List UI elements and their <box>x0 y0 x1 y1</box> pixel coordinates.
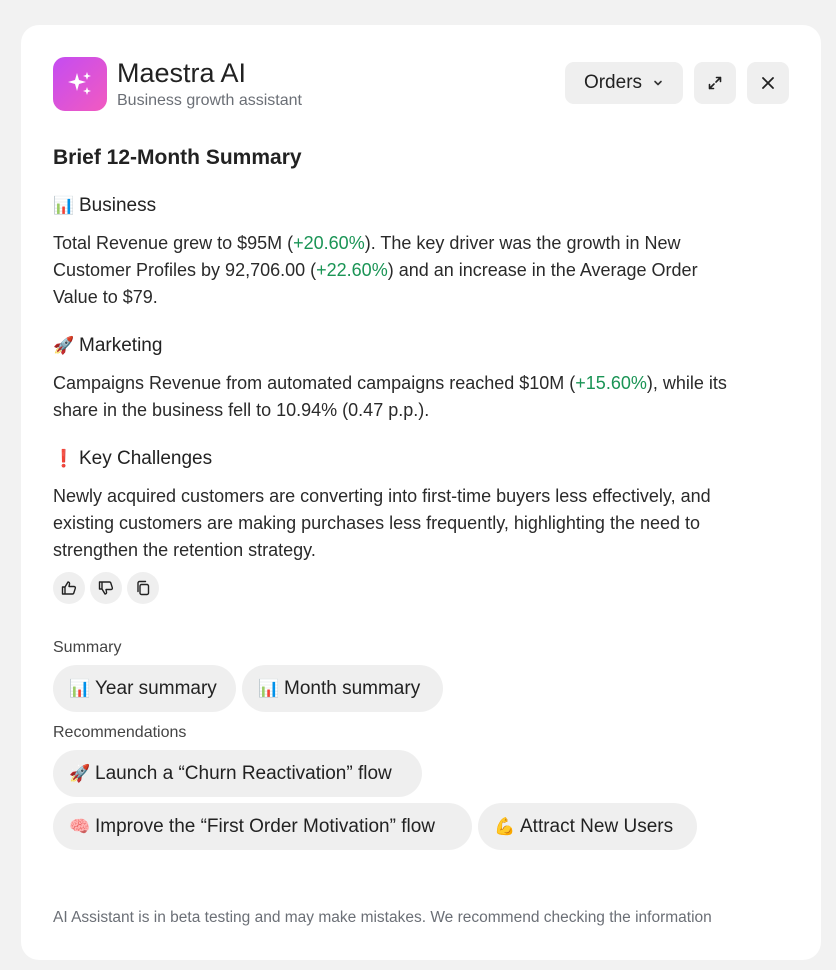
close-icon <box>762 77 774 89</box>
thumbs-up-icon <box>61 581 77 595</box>
assistant-panel: Maestra AI Business growth assistant Ord… <box>21 25 821 960</box>
profiles-growth-value: +22.60% <box>316 260 388 280</box>
app-subtitle: Business growth assistant <box>117 92 302 109</box>
chart-emoji-icon: 📊 <box>69 678 91 699</box>
app-logo <box>53 57 107 111</box>
marketing-paragraph: Campaigns Revenue from automated campaig… <box>53 370 733 424</box>
first-order-motivation-label: Improve the “First Order Motivation” flo… <box>95 815 435 837</box>
copy-icon <box>137 580 150 596</box>
first-order-motivation-chip[interactable]: 🧠 Improve the “First Order Motivation” f… <box>53 803 472 850</box>
orders-dropdown-label: Orders <box>583 72 643 93</box>
exclamation-emoji-icon: ❗ <box>53 449 75 469</box>
attract-new-users-chip[interactable]: 💪 Attract New Users <box>478 803 697 850</box>
year-summary-label: Year summary <box>95 677 217 699</box>
challenges-heading: ❗ Key Challenges <box>53 446 733 472</box>
recommendations-label: Recommendations <box>53 724 187 741</box>
feedback-actions <box>53 572 159 604</box>
app-title: Maestra AI <box>117 58 247 88</box>
marketing-text-1: Campaigns Revenue from automated campaig… <box>53 373 576 393</box>
marketing-heading: 🚀 Marketing <box>53 333 733 359</box>
chart-emoji-icon: 📊 <box>258 678 280 699</box>
churn-reactivation-label: Launch a “Churn Reactivation” flow <box>95 762 392 784</box>
campaign-growth-value: +15.60% <box>575 373 647 393</box>
thumbs-down-icon <box>98 581 114 595</box>
year-summary-chip[interactable]: 📊 Year summary <box>53 665 236 712</box>
business-text-1: Total Revenue grew to $95M ( <box>53 233 294 253</box>
dislike-button[interactable] <box>90 572 122 604</box>
rocket-emoji-icon: 🚀 <box>53 336 75 356</box>
rocket-emoji-icon: 🚀 <box>69 763 91 784</box>
copy-button[interactable] <box>127 572 159 604</box>
chevron-down-icon <box>654 80 662 86</box>
challenges-paragraph: Newly acquired customers are converting … <box>53 486 711 560</box>
brief-title: Brief 12-Month Summary <box>53 146 302 169</box>
challenges-heading-label: Key Challenges <box>79 448 213 469</box>
muscle-emoji-icon: 💪 <box>494 816 516 837</box>
summary-label: Summary <box>53 639 122 656</box>
orders-dropdown[interactable]: Orders <box>565 62 683 104</box>
business-heading: 📊 Business <box>53 193 733 219</box>
expand-button[interactable] <box>694 62 736 104</box>
marketing-heading-label: Marketing <box>79 335 163 356</box>
business-paragraph: Total Revenue grew to $95M (+20.60%). Th… <box>53 230 733 311</box>
sparkles-icon <box>68 72 91 95</box>
business-heading-label: Business <box>79 195 157 216</box>
expand-icon <box>708 76 722 90</box>
brain-emoji-icon: 🧠 <box>69 816 91 837</box>
chart-emoji-icon: 📊 <box>53 196 75 216</box>
beta-disclaimer: AI Assistant is in beta testing and may … <box>53 909 712 926</box>
attract-new-users-label: Attract New Users <box>520 815 674 837</box>
churn-reactivation-chip[interactable]: 🚀 Launch a “Churn Reactivation” flow <box>53 750 422 797</box>
month-summary-chip[interactable]: 📊 Month summary <box>242 665 443 712</box>
like-button[interactable] <box>53 572 85 604</box>
brief-content: Brief 12-Month Summary 📊 Business Total … <box>53 143 733 564</box>
close-button[interactable] <box>747 62 789 104</box>
month-summary-label: Month summary <box>284 677 421 699</box>
panel-header: Maestra AI Business growth assistant Ord… <box>53 57 789 113</box>
revenue-growth-value: +20.60% <box>293 233 365 253</box>
